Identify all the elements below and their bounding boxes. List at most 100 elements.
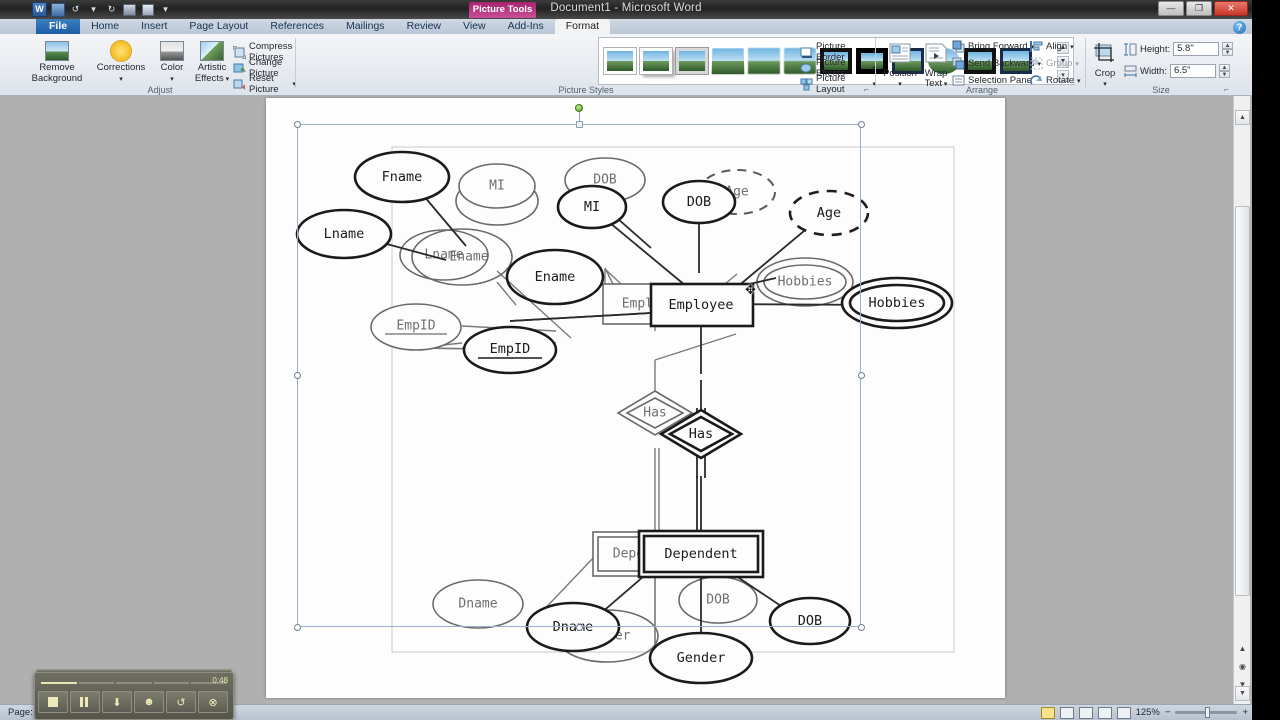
tab-references[interactable]: References [259,19,335,34]
width-field-row[interactable]: Width: 6.5" ▲ ▼ [1124,64,1230,78]
size-group-label: Size [1152,85,1170,95]
scroll-down-arrow-icon[interactable]: ▼ [1235,686,1250,701]
color-picture-icon [160,41,184,61]
help-icon[interactable]: ? [1233,21,1246,34]
scroll-up-arrow-icon[interactable]: ▲ [1235,110,1250,125]
corrections-dropdown-icon[interactable]: ▾ [119,76,123,83]
move-cursor-icon: ✥ [745,282,756,297]
width-spin-down[interactable]: ▼ [1218,71,1230,78]
ribbon-tabs[interactable]: File Home Insert Page Layout References … [36,19,611,34]
height-input[interactable]: 5.8" [1173,42,1220,56]
picture-styles-group-label: Picture Styles [558,85,614,95]
tab-format[interactable]: Format [554,19,611,34]
artistic-effects-button[interactable]: Artistic Effects ▾ [190,38,234,85]
microphone-button[interactable]: ⬇ [102,691,132,713]
stop-recording-button[interactable] [38,691,68,713]
picture-style-thumb[interactable] [675,47,709,75]
picture-styles-dialog-launcher-icon[interactable]: ⌐ [864,85,873,94]
rotation-base-handle[interactable] [576,121,583,128]
group-dropdown-icon[interactable]: ▾ [1075,60,1079,68]
picture-style-thumb[interactable] [748,48,780,74]
send-backward-label: Send Backward [968,58,1035,69]
tab-insert[interactable]: Insert [130,19,178,34]
restart-button[interactable]: ↺ [166,691,196,713]
tab-view[interactable]: View [452,19,497,34]
draft-view-button[interactable] [1116,706,1131,719]
resize-handle-mid-right[interactable] [858,372,865,379]
ribbon-group-arrange: Position ▾ Wrap Text ▾ Bring Forward ▾ S… [878,34,1086,96]
wrap-text-button[interactable]: Wrap Text ▾ [918,40,954,91]
crop-label: Crop [1094,67,1116,79]
minimize-button[interactable]: — [1158,1,1184,16]
tab-home[interactable]: Home [80,19,130,34]
color-label: Color [160,62,184,73]
pause-recording-button[interactable] [70,691,100,713]
height-field-row[interactable]: Height: 5.8" ▲ ▼ [1124,42,1234,56]
print-layout-view-button[interactable] [1040,706,1055,719]
resize-handle-top-right[interactable] [858,121,865,128]
full-screen-reading-view-button[interactable] [1059,706,1074,719]
screen-recorder-toolbar[interactable]: 0:48 ⬇ ☻ ↺ ⊗ [34,672,234,720]
rotation-handle[interactable] [575,104,583,112]
web-layout-view-button[interactable] [1078,706,1093,719]
tab-review[interactable]: Review [396,19,452,34]
align-button[interactable]: Align ▾ [1030,40,1074,53]
outline-view-button[interactable] [1097,706,1112,719]
window-controls[interactable]: — ❐ ✕ [1158,1,1248,16]
height-spin-down[interactable]: ▼ [1222,49,1234,56]
picture-style-thumb[interactable] [639,47,673,75]
tab-add-ins[interactable]: Add-Ins [497,19,555,34]
document-area: .lbl{font-family:"DejaVu Sans Mono","Lib… [0,96,1252,704]
restore-button[interactable]: ❐ [1186,1,1212,16]
recorder-buttons[interactable]: ⬇ ☻ ↺ ⊗ [38,691,232,713]
previous-page-icon[interactable]: ▲ [1236,644,1249,657]
remove-background-button[interactable]: Remove Background [28,38,86,84]
zoom-slider[interactable] [1175,707,1238,718]
tab-mailings[interactable]: Mailings [335,19,396,34]
close-recorder-button[interactable]: ⊗ [198,691,228,713]
bring-forward-button[interactable]: Bring Forward ▾ [952,40,1034,53]
webcam-button[interactable]: ☻ [134,691,164,713]
view-controls[interactable]: 125% − + [1040,706,1248,719]
zoom-out-button[interactable]: − [1165,707,1171,718]
resize-handle-bottom-right[interactable] [858,624,865,631]
group-label: Group [1046,58,1073,69]
crop-icon [1088,43,1122,67]
rotate-dropdown-icon[interactable]: ▾ [1077,77,1081,85]
color-button[interactable]: Color ▾ [152,38,192,85]
select-browse-object-icon[interactable]: ◉ [1236,662,1249,675]
width-spin-up[interactable]: ▲ [1218,64,1230,71]
width-input[interactable]: 6.5" [1169,64,1216,78]
vertical-scroll-thumb[interactable] [1235,206,1250,596]
resize-handle-bottom-left[interactable] [294,624,301,631]
corrections-button[interactable]: Corrections ▾ [92,38,150,85]
size-dialog-launcher-icon[interactable]: ⌐ [1224,85,1233,94]
group-button[interactable]: Group ▾ [1030,57,1079,70]
color-dropdown-icon[interactable]: ▾ [170,76,174,83]
zoom-percentage[interactable]: 125% [1136,707,1160,718]
right-margin-backdrop [1005,96,1233,704]
close-button[interactable]: ✕ [1214,1,1248,16]
ribbon: Remove Background Corrections ▾ Color ▾ … [0,34,1252,96]
tab-page-layout[interactable]: Page Layout [178,19,259,34]
picture-selection-frame [297,124,861,627]
zoom-in-button[interactable]: + [1242,707,1248,718]
crop-button[interactable]: Crop ▾ [1088,40,1122,91]
zoom-slider-knob[interactable] [1205,707,1211,718]
artistic-effects-label-2: Effects [194,72,224,84]
resize-handle-bottom-center[interactable] [576,624,583,631]
position-button[interactable]: Position ▾ [880,40,920,91]
height-spin-up[interactable]: ▲ [1222,42,1234,49]
align-label: Align [1046,41,1068,52]
resize-handle-top-left[interactable] [294,121,301,128]
vertical-scrollbar[interactable]: ▲ ▲ ◉ ▼ ▼ [1233,96,1250,704]
align-dropdown-icon[interactable]: ▾ [1070,43,1074,51]
screen-letterbox-band [1252,0,1280,720]
picture-style-thumb[interactable] [711,48,745,75]
resize-handle-mid-left[interactable] [294,372,301,379]
send-backward-button[interactable]: Send Backward ▾ [952,57,1041,70]
position-label: Position [883,67,917,79]
tab-file[interactable]: File [36,19,81,34]
picture-style-thumb[interactable] [603,47,637,75]
recording-elapsed-time: 0:48 [212,676,228,685]
